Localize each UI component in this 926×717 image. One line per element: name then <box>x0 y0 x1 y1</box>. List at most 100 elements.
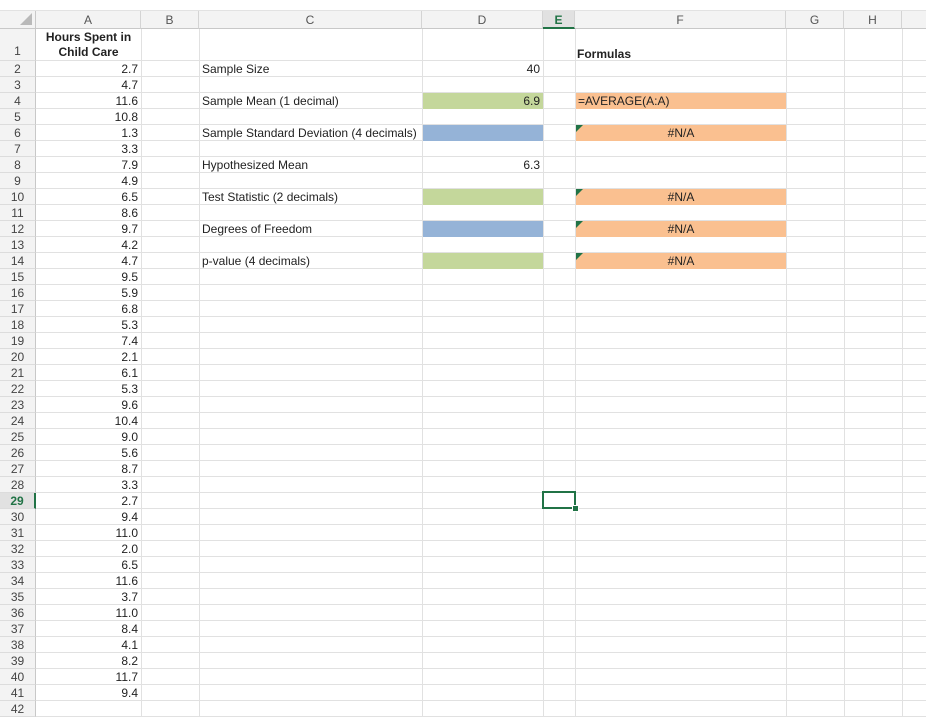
formula-sd[interactable]: #N/A <box>576 125 786 141</box>
cell-a16[interactable]: 5.9 <box>36 285 141 301</box>
column-header-c[interactable]: C <box>199 11 422 29</box>
row-header-19[interactable]: 19 <box>0 333 36 349</box>
row-header-41[interactable]: 41 <box>0 685 36 701</box>
row-header-35[interactable]: 35 <box>0 589 36 605</box>
cell-a23[interactable]: 9.6 <box>36 397 141 413</box>
cell-a35[interactable]: 3.7 <box>36 589 141 605</box>
row-header-24[interactable]: 24 <box>0 413 36 429</box>
input-sample-sd[interactable] <box>423 125 543 141</box>
row-header-21[interactable]: 21 <box>0 365 36 381</box>
cell-a6[interactable]: 1.3 <box>36 125 141 141</box>
column-header-b[interactable]: B <box>141 11 199 29</box>
row-header-42[interactable]: 42 <box>0 701 36 717</box>
row-header-22[interactable]: 22 <box>0 381 36 397</box>
row-header-27[interactable]: 27 <box>0 461 36 477</box>
row-header-26[interactable]: 26 <box>0 445 36 461</box>
row-header-37[interactable]: 37 <box>0 621 36 637</box>
column-header-g[interactable]: G <box>786 11 844 29</box>
row-header-16[interactable]: 16 <box>0 285 36 301</box>
label-sample-mean[interactable]: Sample Mean (1 decimal) <box>202 93 339 109</box>
cell-a25[interactable]: 9.0 <box>36 429 141 445</box>
cell-a38[interactable]: 4.1 <box>36 637 141 653</box>
cell-a28[interactable]: 3.3 <box>36 477 141 493</box>
row-header-18[interactable]: 18 <box>0 317 36 333</box>
label-sample-size[interactable]: Sample Size <box>202 61 269 77</box>
select-all-corner[interactable] <box>0 11 36 29</box>
cell-a33[interactable]: 6.5 <box>36 557 141 573</box>
label-p-value[interactable]: p-value (4 decimals) <box>202 253 310 269</box>
cell-a7[interactable]: 3.3 <box>36 141 141 157</box>
input-test-statistic[interactable] <box>423 189 543 205</box>
cell-a9[interactable]: 4.9 <box>36 173 141 189</box>
row-header-39[interactable]: 39 <box>0 653 36 669</box>
cell-a32[interactable]: 2.0 <box>36 541 141 557</box>
cell-a30[interactable]: 9.4 <box>36 509 141 525</box>
label-degrees-of-freedom[interactable]: Degrees of Freedom <box>202 221 312 237</box>
row-header-6[interactable]: 6 <box>0 125 36 141</box>
row-header-11[interactable]: 11 <box>0 205 36 221</box>
row-header-40[interactable]: 40 <box>0 669 36 685</box>
row-header-9[interactable]: 9 <box>0 173 36 189</box>
input-sample-mean[interactable]: 6.9 <box>423 93 543 109</box>
row-header-3[interactable]: 3 <box>0 77 36 93</box>
value-hypothesized-mean[interactable]: 6.3 <box>422 157 543 173</box>
formula-p-value[interactable]: #N/A <box>576 253 786 269</box>
cell-a3[interactable]: 4.7 <box>36 77 141 93</box>
cell-a1-header[interactable]: Hours Spent in Child Care <box>36 29 141 61</box>
row-header-12[interactable]: 12 <box>0 221 36 237</box>
cell-a21[interactable]: 6.1 <box>36 365 141 381</box>
row-header-13[interactable]: 13 <box>0 237 36 253</box>
spreadsheet-grid[interactable]: A B C D E F G H 1 2 3 4 5 6 7 8 9 10 11 12 13 14 15 16 1… <box>0 0 926 717</box>
row-header-38[interactable]: 38 <box>0 637 36 653</box>
value-sample-size[interactable]: 40 <box>422 61 543 77</box>
cell-a31[interactable]: 11.0 <box>36 525 141 541</box>
cell-a20[interactable]: 2.1 <box>36 349 141 365</box>
cell-a18[interactable]: 5.3 <box>36 317 141 333</box>
cell-a22[interactable]: 5.3 <box>36 381 141 397</box>
row-header-23[interactable]: 23 <box>0 397 36 413</box>
label-sample-sd[interactable]: Sample Standard Deviation (4 decimals) <box>202 125 417 141</box>
row-header-30[interactable]: 30 <box>0 509 36 525</box>
column-header-a[interactable]: A <box>36 11 141 29</box>
input-p-value[interactable] <box>423 253 543 269</box>
cell-a5[interactable]: 10.8 <box>36 109 141 125</box>
cell-a12[interactable]: 9.7 <box>36 221 141 237</box>
cell-a29[interactable]: 2.7 <box>36 493 141 509</box>
row-header-14[interactable]: 14 <box>0 253 36 269</box>
cell-a14[interactable]: 4.7 <box>36 253 141 269</box>
row-header-4[interactable]: 4 <box>0 93 36 109</box>
column-header-f[interactable]: F <box>575 11 786 29</box>
cell-a41[interactable]: 9.4 <box>36 685 141 701</box>
active-cell-e29[interactable] <box>542 491 576 509</box>
formulas-header[interactable]: Formulas <box>577 46 631 62</box>
label-hypothesized-mean[interactable]: Hypothesized Mean <box>202 157 308 173</box>
cell-a39[interactable]: 8.2 <box>36 653 141 669</box>
cell-a19[interactable]: 7.4 <box>36 333 141 349</box>
row-header-15[interactable]: 15 <box>0 269 36 285</box>
row-header-33[interactable]: 33 <box>0 557 36 573</box>
column-header-h[interactable]: H <box>844 11 902 29</box>
cell-a40[interactable]: 11.7 <box>36 669 141 685</box>
row-header-17[interactable]: 17 <box>0 301 36 317</box>
cell-a8[interactable]: 7.9 <box>36 157 141 173</box>
formula-dof[interactable]: #N/A <box>576 221 786 237</box>
cell-a2[interactable]: 2.7 <box>36 61 141 77</box>
column-header-d[interactable]: D <box>422 11 543 29</box>
cell-a36[interactable]: 11.0 <box>36 605 141 621</box>
row-header-1[interactable]: 1 <box>0 29 36 61</box>
cell-a10[interactable]: 6.5 <box>36 189 141 205</box>
row-header-34[interactable]: 34 <box>0 573 36 589</box>
column-header-e[interactable]: E <box>543 11 575 29</box>
label-test-statistic[interactable]: Test Statistic (2 decimals) <box>202 189 338 205</box>
cell-a27[interactable]: 8.7 <box>36 461 141 477</box>
row-header-20[interactable]: 20 <box>0 349 36 365</box>
cell-a4[interactable]: 11.6 <box>36 93 141 109</box>
input-degrees-of-freedom[interactable] <box>423 221 543 237</box>
cell-a37[interactable]: 8.4 <box>36 621 141 637</box>
row-header-25[interactable]: 25 <box>0 429 36 445</box>
row-header-7[interactable]: 7 <box>0 141 36 157</box>
row-header-31[interactable]: 31 <box>0 525 36 541</box>
cell-a13[interactable]: 4.2 <box>36 237 141 253</box>
row-header-32[interactable]: 32 <box>0 541 36 557</box>
row-header-29[interactable]: 29 <box>0 493 36 509</box>
